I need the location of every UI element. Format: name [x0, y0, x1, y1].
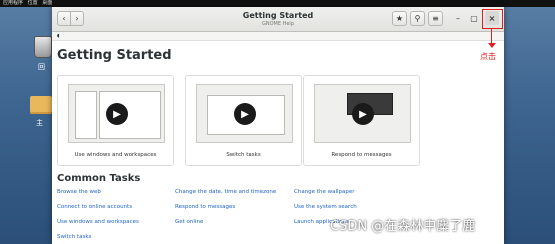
task-link[interactable]: Change the date, time and timezone [175, 189, 276, 195]
video-card-windows[interactable]: ▶ Use windows and workspaces [57, 75, 174, 166]
task-link[interactable]: Respond to messages [175, 204, 235, 210]
header-bar: ‹ › Getting Started GNOME Help ★ ⚲ ≡ – ▢… [52, 7, 504, 32]
common-tasks-heading: Common Tasks [57, 173, 141, 184]
bookmark-star-icon[interactable]: ★ [392, 11, 407, 26]
trash-icon[interactable] [34, 36, 52, 58]
help-window: ‹ › Getting Started GNOME Help ★ ⚲ ≡ – ▢… [52, 7, 504, 244]
task-link[interactable]: Use the system search [294, 204, 357, 210]
task-link[interactable]: Switch tasks [57, 234, 91, 240]
home-folder-icon[interactable] [30, 96, 52, 114]
watermark: CSDN @在森林中麋了鹿 [330, 219, 476, 234]
video-caption: Respond to messages [331, 152, 392, 158]
video-thumbnail: ▶ [68, 84, 165, 143]
task-link[interactable]: Connect to online accounts [57, 204, 132, 210]
desktop-top-bar: 应用程序 位置 桌面 [0, 0, 555, 7]
task-link[interactable]: Change the wallpaper [294, 189, 355, 195]
maximize-button[interactable]: ▢ [468, 12, 480, 24]
minimize-button[interactable]: – [452, 12, 464, 24]
topbar-desktop[interactable]: 桌面 [42, 0, 52, 6]
task-link[interactable]: Get online [175, 219, 203, 225]
task-link[interactable]: Browse the web [57, 189, 101, 195]
video-card-messages[interactable]: ▶ Respond to messages [303, 75, 420, 166]
page-heading: Getting Started [57, 48, 172, 63]
play-icon[interactable]: ▶ [234, 103, 256, 125]
annotation-arrow [491, 29, 492, 44]
annotation-highlight-box [482, 9, 503, 29]
home-crumb-icon[interactable]: ◖ [57, 33, 60, 39]
play-icon[interactable]: ▶ [352, 103, 374, 125]
video-thumbnail: ▶ [314, 84, 411, 143]
video-thumbnail: ▶ [196, 84, 293, 143]
search-icon[interactable]: ⚲ [410, 11, 425, 26]
video-caption: Switch tasks [226, 152, 261, 158]
topbar-places[interactable]: 位置 [28, 0, 38, 6]
annotation-label: 点击 [480, 52, 496, 61]
play-icon[interactable]: ▶ [106, 103, 128, 125]
breadcrumb[interactable]: ◖ [52, 32, 504, 41]
trash-label: 回 [38, 63, 45, 71]
home-folder-label: 主 [36, 119, 43, 127]
topbar-applications[interactable]: 应用程序 [3, 0, 23, 6]
annotation-arrow-head [488, 43, 496, 48]
video-caption: Use windows and workspaces [74, 152, 157, 158]
menu-icon[interactable]: ≡ [428, 11, 443, 26]
video-card-switch-tasks[interactable]: ▶ Switch tasks [185, 75, 302, 166]
task-link[interactable]: Use windows and workspaces [57, 219, 139, 225]
